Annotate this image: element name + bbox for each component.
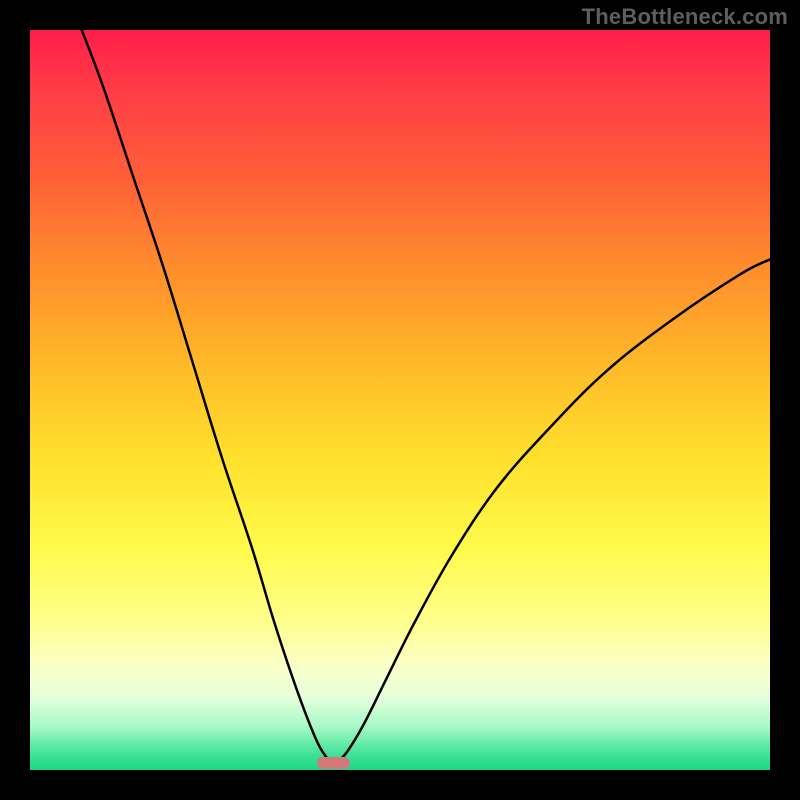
plot-area (30, 30, 770, 770)
curve-right-branch (333, 259, 770, 762)
bottleneck-curve (30, 30, 770, 770)
watermark-text: TheBottleneck.com (582, 4, 788, 30)
chart-frame: TheBottleneck.com (0, 0, 800, 800)
curve-left-branch (82, 30, 334, 763)
bottleneck-marker (317, 757, 350, 769)
